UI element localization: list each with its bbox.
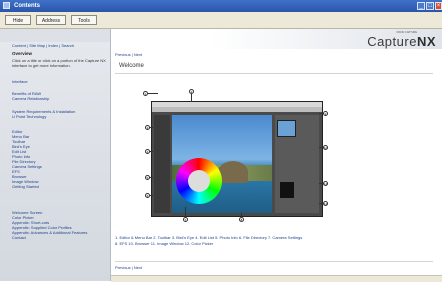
leader-line bbox=[150, 177, 153, 178]
birds-eye-thumbnail[interactable] bbox=[277, 120, 296, 137]
color-picker-center bbox=[188, 170, 210, 192]
sidebar-top-links[interactable]: Content | Site Map | Index | Search bbox=[12, 43, 74, 48]
callout-7[interactable]: 7 bbox=[183, 217, 188, 222]
interface-links-line-2[interactable]: 8. EFS 10. Browser 11. Image Window 12. … bbox=[115, 241, 435, 247]
sidebar-heading: Overview bbox=[12, 51, 33, 56]
toolbar-region[interactable] bbox=[152, 107, 322, 112]
sidebar-intro: Click on a title or click on a portion o… bbox=[12, 58, 106, 68]
window-title: Contents bbox=[14, 3, 40, 9]
close-icon[interactable]: × bbox=[435, 2, 442, 10]
sidebar-item-u-point[interactable]: U Point Technology bbox=[12, 114, 46, 119]
sidebar-item-contact[interactable]: Contact bbox=[12, 235, 26, 240]
leader-line bbox=[191, 94, 192, 102]
next-link[interactable]: Next bbox=[134, 52, 142, 57]
left-palette-region[interactable] bbox=[154, 115, 170, 213]
pager-top: Previous | Next bbox=[115, 52, 142, 57]
next-link[interactable]: Next bbox=[134, 265, 142, 270]
header-banner: NIKON CAPTURE CaptureNX bbox=[111, 29, 442, 49]
callout-11[interactable]: 11 bbox=[323, 181, 328, 186]
page-title: Welcome bbox=[119, 63, 144, 69]
divider bbox=[115, 261, 433, 262]
address-button[interactable]: Address bbox=[36, 15, 66, 25]
leader-line bbox=[150, 127, 153, 128]
callout-10[interactable]: 10 bbox=[323, 145, 328, 150]
leader-line bbox=[150, 195, 153, 196]
capture-nx-screenshot[interactable] bbox=[151, 101, 323, 217]
brand-logo-main: Capture bbox=[367, 34, 417, 49]
previous-link[interactable]: Previous bbox=[115, 52, 131, 57]
window-titlebar: Contents _ □ × bbox=[0, 0, 442, 12]
app-icon bbox=[3, 2, 10, 9]
leader-line bbox=[319, 147, 323, 148]
pager-bottom: Previous | Next bbox=[115, 265, 142, 270]
leader-line bbox=[185, 207, 186, 217]
hide-button[interactable]: Hide bbox=[5, 15, 31, 25]
brand-logo-suffix: NX bbox=[416, 34, 436, 49]
sidebar: Content | Site Map | Index | Search Over… bbox=[0, 29, 111, 281]
sidebar-header bbox=[0, 29, 110, 42]
minimize-icon[interactable]: _ bbox=[417, 2, 425, 10]
sidebar-item-getting-started[interactable]: Getting Started bbox=[12, 184, 39, 189]
tools-button[interactable]: Tools bbox=[71, 15, 97, 25]
leader-line bbox=[241, 213, 242, 217]
brand-logo: CaptureNX bbox=[367, 34, 436, 49]
main-content: NIKON CAPTURE CaptureNX Previous | Next … bbox=[111, 29, 442, 281]
help-toolbar: Hide Address Tools bbox=[0, 12, 442, 29]
callout-8[interactable]: 8 bbox=[239, 217, 244, 222]
leader-line bbox=[319, 113, 323, 114]
callout-9[interactable]: 9 bbox=[323, 111, 328, 116]
leader-line bbox=[319, 183, 323, 184]
leader-line bbox=[148, 93, 158, 94]
histogram-region[interactable] bbox=[280, 182, 294, 198]
interface-links: 1. Editor & Menu Bar 2. Toolbar 3. Bird'… bbox=[115, 235, 435, 247]
sidebar-item-camera-relationship[interactable]: Camera Relationship bbox=[12, 96, 49, 101]
divider bbox=[115, 73, 433, 74]
landscape-rock bbox=[218, 161, 248, 183]
leader-line bbox=[319, 203, 323, 204]
maximize-icon[interactable]: □ bbox=[426, 2, 434, 10]
callout-12[interactable]: 12 bbox=[323, 201, 328, 206]
interface-diagram[interactable]: 1 2 3 4 5 6 7 8 9 10 11 12 bbox=[143, 89, 329, 222]
color-picker-wheel[interactable] bbox=[176, 158, 222, 204]
leader-line bbox=[150, 151, 153, 152]
sidebar-item-interface[interactable]: Interface bbox=[12, 79, 28, 84]
previous-link[interactable]: Previous bbox=[115, 265, 131, 270]
